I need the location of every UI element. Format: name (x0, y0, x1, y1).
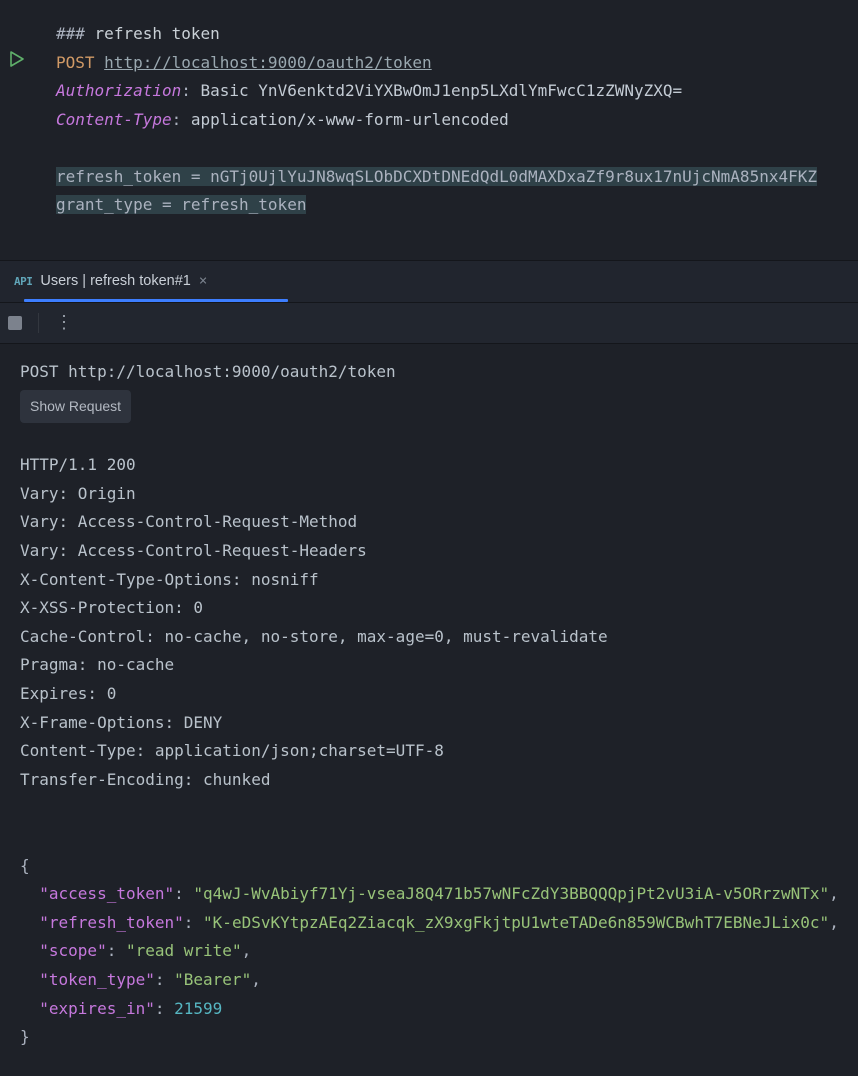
json-value: "K-eDSvKYtpzAEq2Ziacqk_zX9xgFkjtpU1wteTA… (203, 913, 829, 932)
json-value: "Bearer" (174, 970, 251, 989)
stop-button-icon[interactable] (8, 316, 22, 330)
json-key: "scope" (39, 941, 106, 960)
http-method: POST (56, 53, 95, 72)
response-header: Vary: Access-Control-Request-Method (20, 512, 357, 531)
json-value: "q4wJ-WvAbiyf71Yj-vseaJ8Q471b57wNFcZdY3B… (193, 884, 829, 903)
response-tab-bar: API Users | refresh token#1 × (0, 261, 858, 303)
response-pane[interactable]: POST http://localhost:9000/oauth2/token … (0, 344, 858, 1052)
json-key: "expires_in" (39, 999, 155, 1018)
editor-gutter (0, 0, 38, 260)
response-header: Expires: 0 (20, 684, 116, 703)
response-status: HTTP/1.1 200 (20, 455, 136, 474)
response-header: Transfer-Encoding: chunked (20, 770, 270, 789)
comment-marker: ### (56, 24, 85, 43)
close-icon[interactable]: × (199, 273, 207, 289)
json-value: "read write" (126, 941, 242, 960)
more-icon[interactable]: ⋮ (55, 316, 73, 330)
response-header: X-Frame-Options: DENY (20, 713, 222, 732)
tab-label: Users | refresh token#1 (40, 273, 190, 289)
response-header: X-XSS-Protection: 0 (20, 598, 203, 617)
header-name-authorization: Authorization (56, 81, 181, 100)
json-value: 21599 (174, 999, 222, 1018)
response-header: Vary: Access-Control-Request-Headers (20, 541, 367, 560)
response-header: Pragma: no-cache (20, 655, 174, 674)
json-key: "refresh_token" (39, 913, 184, 932)
body-line-refresh-token: refresh_token = nGTj0UjlYuJN8wqSLObDCXDt… (56, 167, 817, 186)
active-tab-indicator (24, 299, 288, 302)
response-tab[interactable]: API Users | refresh token#1 × (0, 261, 221, 302)
request-url[interactable]: http://localhost:9000/oauth2/token (104, 53, 432, 72)
http-editor-pane: ### refresh token POST http://localhost:… (0, 0, 858, 261)
json-key: "access_token" (39, 884, 174, 903)
header-value-content-type: application/x-www-form-urlencoded (191, 110, 509, 129)
show-request-button[interactable]: Show Request (20, 390, 131, 423)
header-name-content-type: Content-Type (56, 110, 172, 129)
response-header: Cache-Control: no-cache, no-store, max-a… (20, 627, 608, 646)
response-request-line: POST http://localhost:9000/oauth2/token (20, 362, 396, 381)
response-header: X-Content-Type-Options: nosniff (20, 570, 319, 589)
run-request-icon[interactable] (8, 51, 26, 69)
toolbar-divider (38, 313, 39, 333)
api-icon: API (14, 275, 32, 288)
response-header: Content-Type: application/json;charset=U… (20, 741, 444, 760)
json-key: "token_type" (39, 970, 155, 989)
response-header: Vary: Origin (20, 484, 136, 503)
response-toolbar: ⋮ (0, 303, 858, 344)
header-value-authorization: Basic YnV6enktd2ViYXBwOmJ1enp5LXdlYmFwcC… (201, 81, 683, 100)
request-name: refresh token (95, 24, 220, 43)
body-line-grant-type: grant_type = refresh_token (56, 195, 306, 214)
code-area[interactable]: ### refresh token POST http://localhost:… (0, 20, 858, 220)
